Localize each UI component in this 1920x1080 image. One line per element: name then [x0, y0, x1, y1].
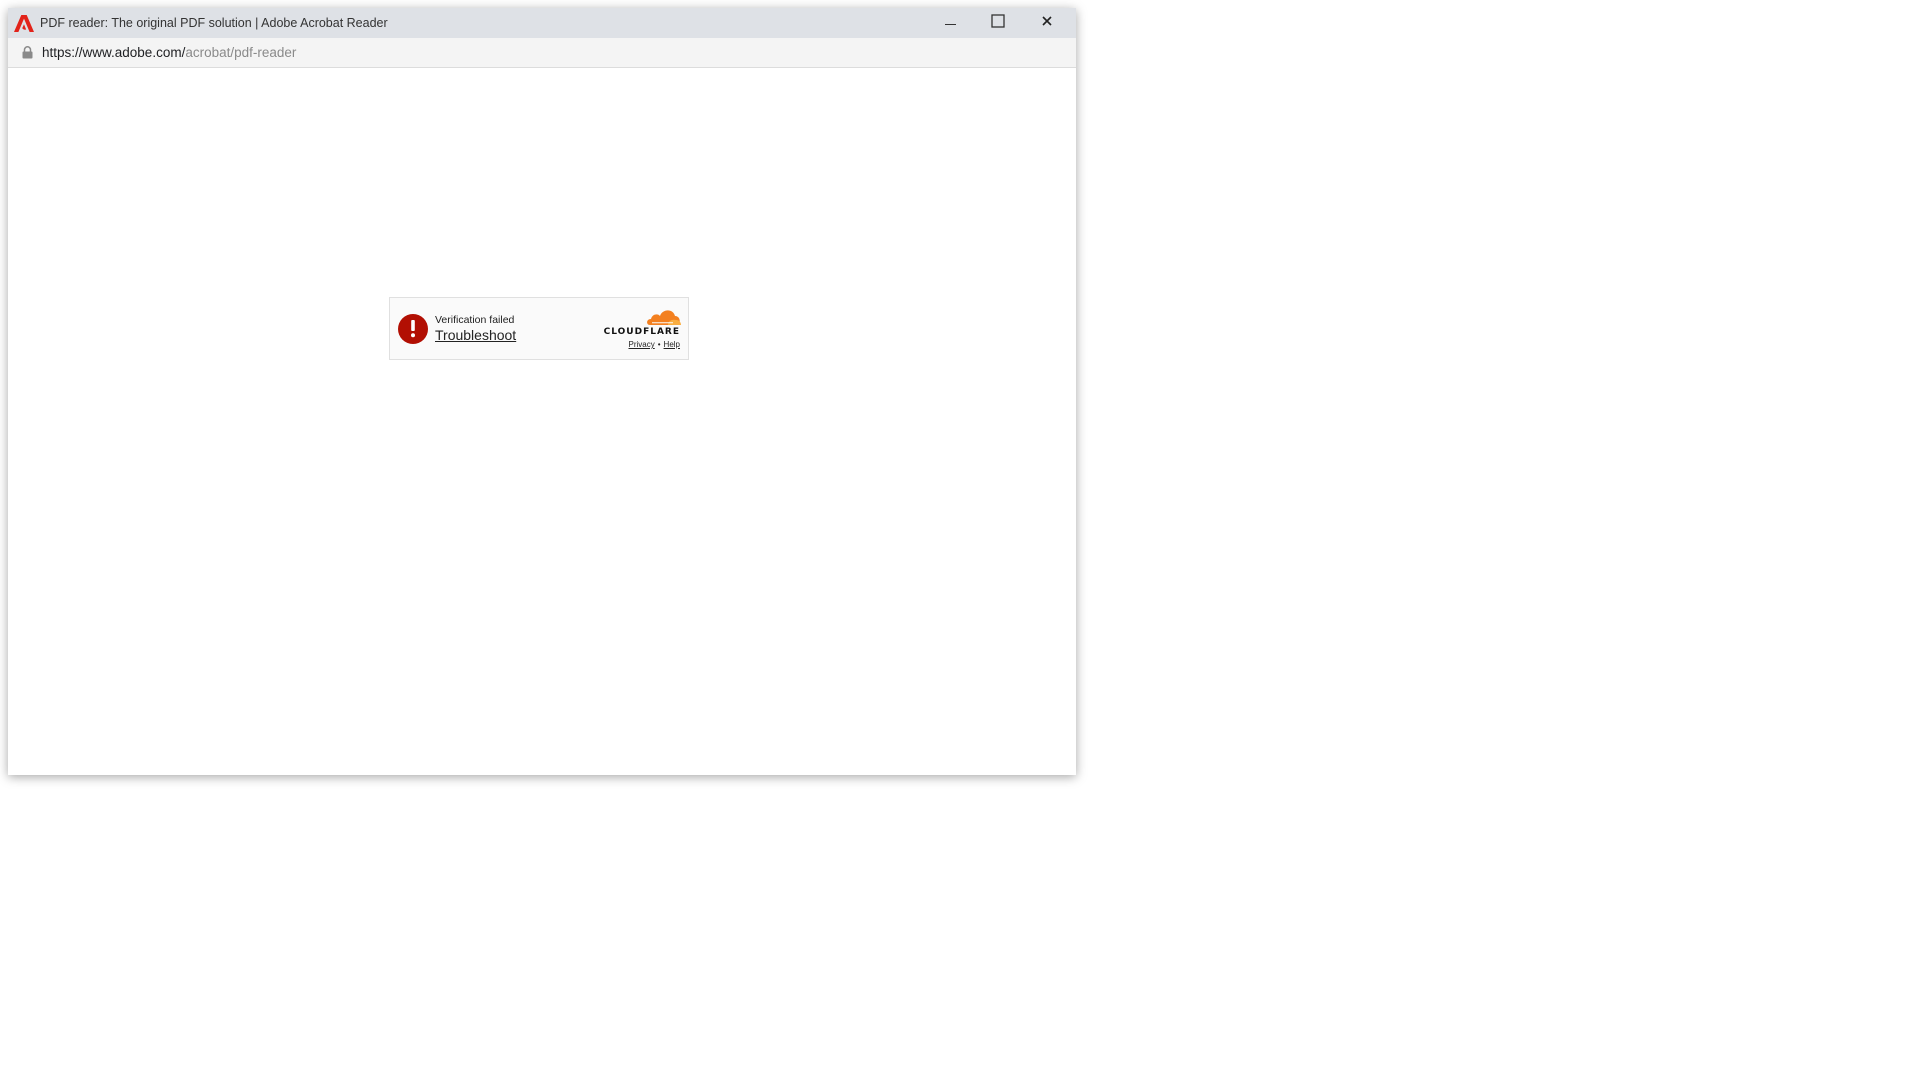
close-button[interactable]	[1024, 8, 1070, 38]
link-separator: •	[657, 340, 661, 349]
page-content: Verification failed Troubleshoot CLOUDFL…	[8, 69, 1076, 775]
address-bar[interactable]: https://www.adobe.com/acrobat/pdf-reader	[8, 38, 1076, 68]
minimize-icon	[945, 14, 957, 32]
url-path: acrobat/pdf-reader	[185, 45, 297, 60]
browser-window: PDF reader: The original PDF solution | …	[8, 8, 1076, 775]
window-title: PDF reader: The original PDF solution | …	[40, 16, 388, 30]
cloudflare-logo: CLOUDFLARE	[603, 327, 680, 337]
minimize-button[interactable]	[928, 8, 974, 38]
maximize-icon	[991, 13, 1005, 33]
adobe-acrobat-icon	[14, 14, 35, 32]
turnstile-footer-links: Privacy • Help	[629, 340, 681, 349]
verification-status: Verification failed	[435, 314, 515, 326]
cloudflare-turnstile-widget: Verification failed Troubleshoot CLOUDFL…	[389, 297, 689, 360]
error-icon	[398, 314, 428, 344]
help-link[interactable]: Help	[664, 340, 680, 349]
troubleshoot-link[interactable]: Troubleshoot	[435, 327, 516, 343]
maximize-button[interactable]	[975, 8, 1021, 38]
privacy-link[interactable]: Privacy	[629, 340, 655, 349]
url-host: https://www.adobe.com/	[42, 45, 186, 60]
lock-icon	[20, 46, 34, 60]
title-bar[interactable]: PDF reader: The original PDF solution | …	[8, 8, 1076, 38]
close-icon	[1041, 14, 1053, 32]
url-text[interactable]: https://www.adobe.com/acrobat/pdf-reader	[42, 45, 296, 60]
